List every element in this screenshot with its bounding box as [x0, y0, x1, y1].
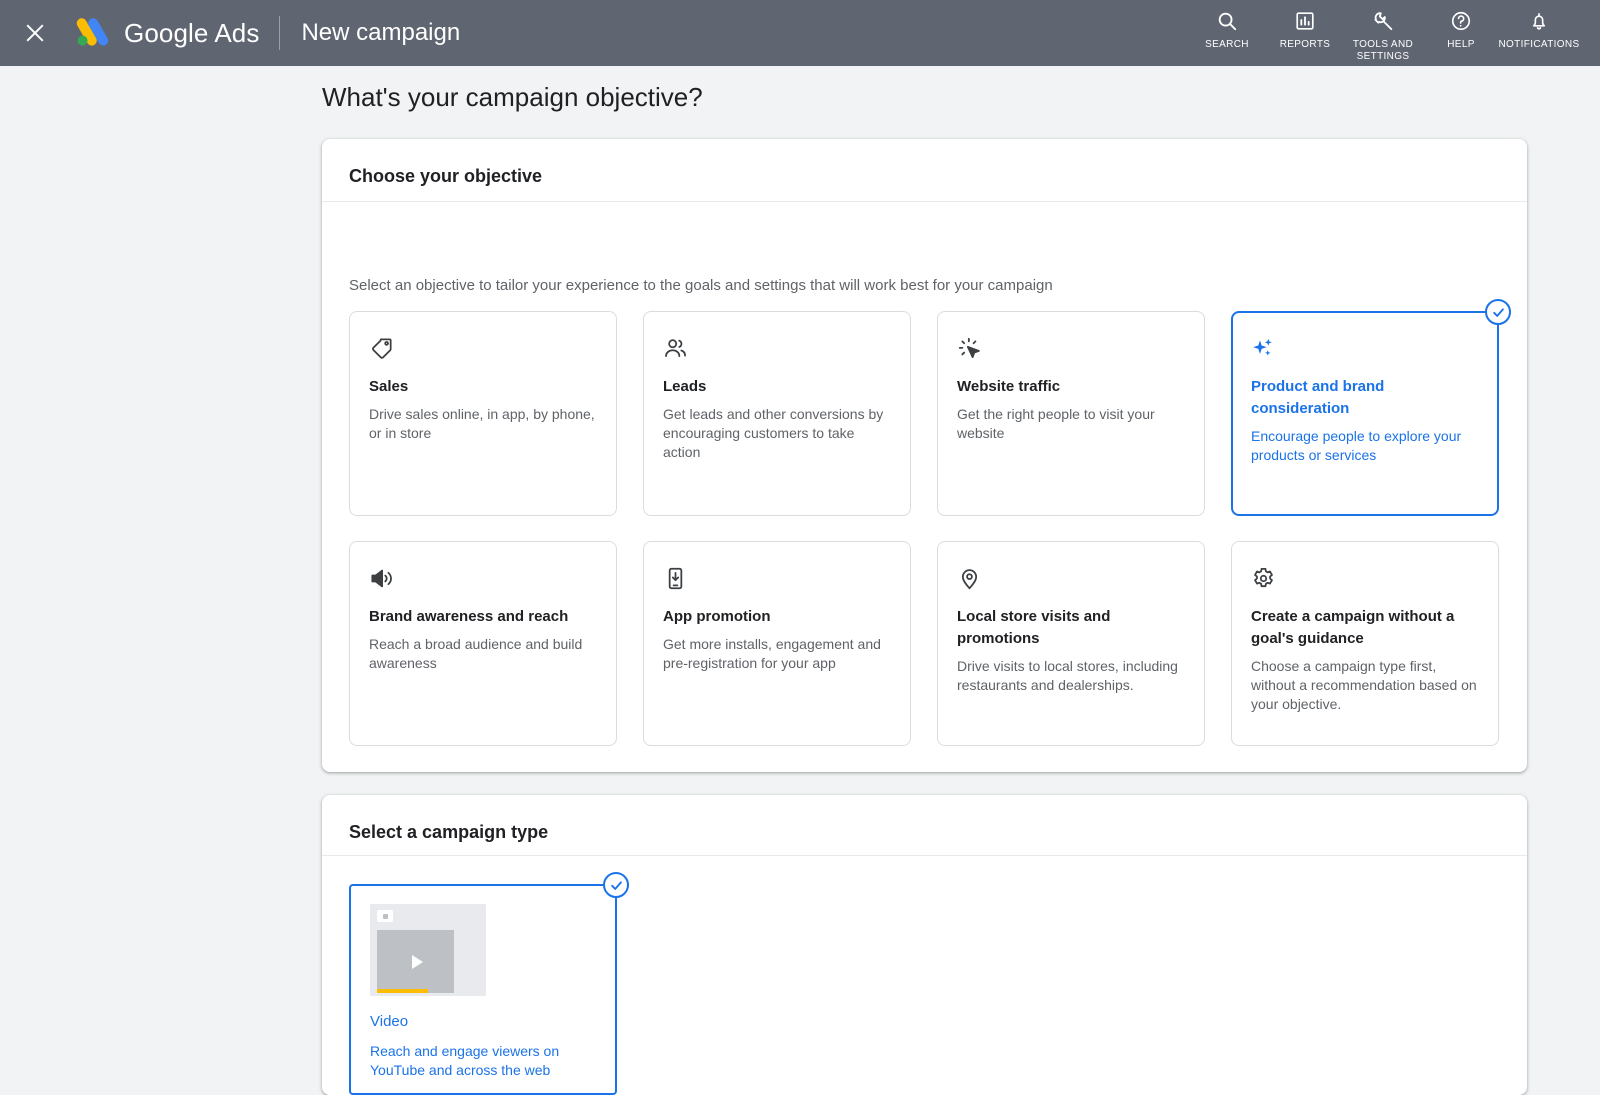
top-app-bar: Google Ads New campaign SEARCH REP	[0, 0, 1600, 66]
page-body: What's your campaign objective? Choose y…	[0, 66, 1600, 1066]
campaign-type-card-grid: Video Reach and engage viewers on YouTub…	[349, 884, 617, 1095]
objective-card-sales[interactable]: Sales Drive sales online, in app, by pho…	[349, 311, 617, 516]
choose-objective-subtitle: Select an objective to tailor your exper…	[349, 277, 1053, 294]
people-icon	[663, 334, 892, 362]
page-heading: What's your campaign objective?	[322, 82, 703, 113]
objective-title: Website traffic	[957, 376, 1186, 398]
objective-description: Drive sales online, in app, by phone, or…	[369, 405, 598, 443]
campaign-type-description: Reach and engage viewers on YouTube and …	[370, 1042, 597, 1080]
page-title: New campaign	[301, 19, 460, 47]
video-thumb-sidebar	[460, 930, 480, 993]
objective-card-grid: Sales Drive sales online, in app, by pho…	[349, 311, 1499, 746]
objective-card-product-and-brand-consideration[interactable]: Product and brand consideration Encourag…	[1231, 311, 1499, 516]
selected-check-icon	[1485, 299, 1511, 325]
selected-check-icon	[603, 872, 629, 898]
choose-objective-title: Choose your objective	[349, 166, 542, 187]
objective-card-leads[interactable]: Leads Get leads and other conversions by…	[643, 311, 911, 516]
objective-card-brand-awareness-and-reach[interactable]: Brand awareness and reach Reach a broad …	[349, 541, 617, 746]
video-thumbnail-icon	[370, 904, 486, 996]
objective-title: App promotion	[663, 606, 892, 628]
campaign-type-title: Video	[370, 1012, 597, 1032]
notifications-bell-icon	[1528, 8, 1550, 34]
panel-divider	[322, 855, 1527, 856]
notifications-button[interactable]: NOTIFICATIONS	[1500, 8, 1578, 51]
objective-description: Reach a broad audience and build awarene…	[369, 635, 598, 673]
objective-title: Local store visits and promotions	[957, 606, 1186, 650]
brand-google: Google	[124, 18, 208, 48]
reports-button[interactable]: REPORTS	[1266, 8, 1344, 51]
objective-card-app-promotion[interactable]: App promotion Get more installs, engagem…	[643, 541, 911, 746]
objective-description: Encourage people to explore your product…	[1251, 427, 1480, 465]
objective-description: Get the right people to visit your websi…	[957, 405, 1186, 443]
mobile-download-icon	[663, 564, 892, 592]
tag-icon	[369, 334, 598, 362]
reports-label: REPORTS	[1280, 39, 1331, 51]
video-thumb-player	[377, 930, 454, 993]
help-label: HELP	[1447, 39, 1475, 51]
video-thumb-progress-bar	[377, 989, 428, 993]
topbar-actions: SEARCH REPORTS TOOLS AND SETTINGS	[1188, 0, 1578, 66]
objective-title: Create a campaign without a goal's guida…	[1251, 606, 1480, 650]
sparkle-icon	[1251, 334, 1480, 362]
search-label: SEARCH	[1205, 39, 1249, 51]
tools-and-settings-button[interactable]: TOOLS AND SETTINGS	[1344, 8, 1422, 63]
objective-title: Leads	[663, 376, 892, 398]
location-pin-icon	[957, 564, 1186, 592]
cursor-click-icon	[957, 334, 1186, 362]
objective-description: Get leads and other conversions by encou…	[663, 405, 892, 462]
select-campaign-type-title: Select a campaign type	[349, 822, 548, 843]
megaphone-icon	[369, 564, 598, 592]
objective-title: Sales	[369, 376, 598, 398]
objective-card-website-traffic[interactable]: Website traffic Get the right people to …	[937, 311, 1205, 516]
choose-objective-panel: Choose your objective Select an objectiv…	[322, 139, 1527, 772]
video-thumb-logo-dot	[383, 914, 388, 919]
google-ads-logo	[74, 17, 110, 49]
objective-title: Brand awareness and reach	[369, 606, 598, 628]
video-thumb-logo-chip	[377, 910, 393, 922]
topbar-divider	[279, 16, 280, 50]
objective-title: Product and brand consideration	[1251, 376, 1480, 420]
notifications-label: NOTIFICATIONS	[1498, 39, 1579, 51]
help-button[interactable]: HELP	[1422, 8, 1500, 51]
help-icon	[1450, 8, 1472, 34]
brand-ads: Ads	[214, 18, 259, 48]
video-thumb-toolbar	[370, 904, 486, 927]
objective-card-create-a-campaign-without-a-goals-guidance[interactable]: Create a campaign without a goal's guida…	[1231, 541, 1499, 746]
search-icon	[1216, 8, 1238, 34]
tools-and-settings-label: TOOLS AND SETTINGS	[1353, 39, 1413, 63]
play-icon	[412, 955, 423, 969]
objective-description: Get more installs, engagement and pre-re…	[663, 635, 892, 673]
select-campaign-type-panel: Select a campaign type	[322, 795, 1527, 1095]
objective-description: Drive visits to local stores, including …	[957, 657, 1186, 695]
brand-wordmark: Google Ads	[124, 18, 259, 49]
search-button[interactable]: SEARCH	[1188, 8, 1266, 51]
reports-icon	[1294, 8, 1316, 34]
close-icon[interactable]	[22, 20, 48, 46]
campaign-type-card-video[interactable]: Video Reach and engage viewers on YouTub…	[349, 884, 617, 1095]
gear-icon	[1251, 564, 1480, 592]
panel-divider	[322, 201, 1527, 202]
objective-card-local-store-visits-and-promotions[interactable]: Local store visits and promotions Drive …	[937, 541, 1205, 746]
objective-description: Choose a campaign type first, without a …	[1251, 657, 1480, 714]
tools-and-settings-icon	[1372, 8, 1395, 34]
